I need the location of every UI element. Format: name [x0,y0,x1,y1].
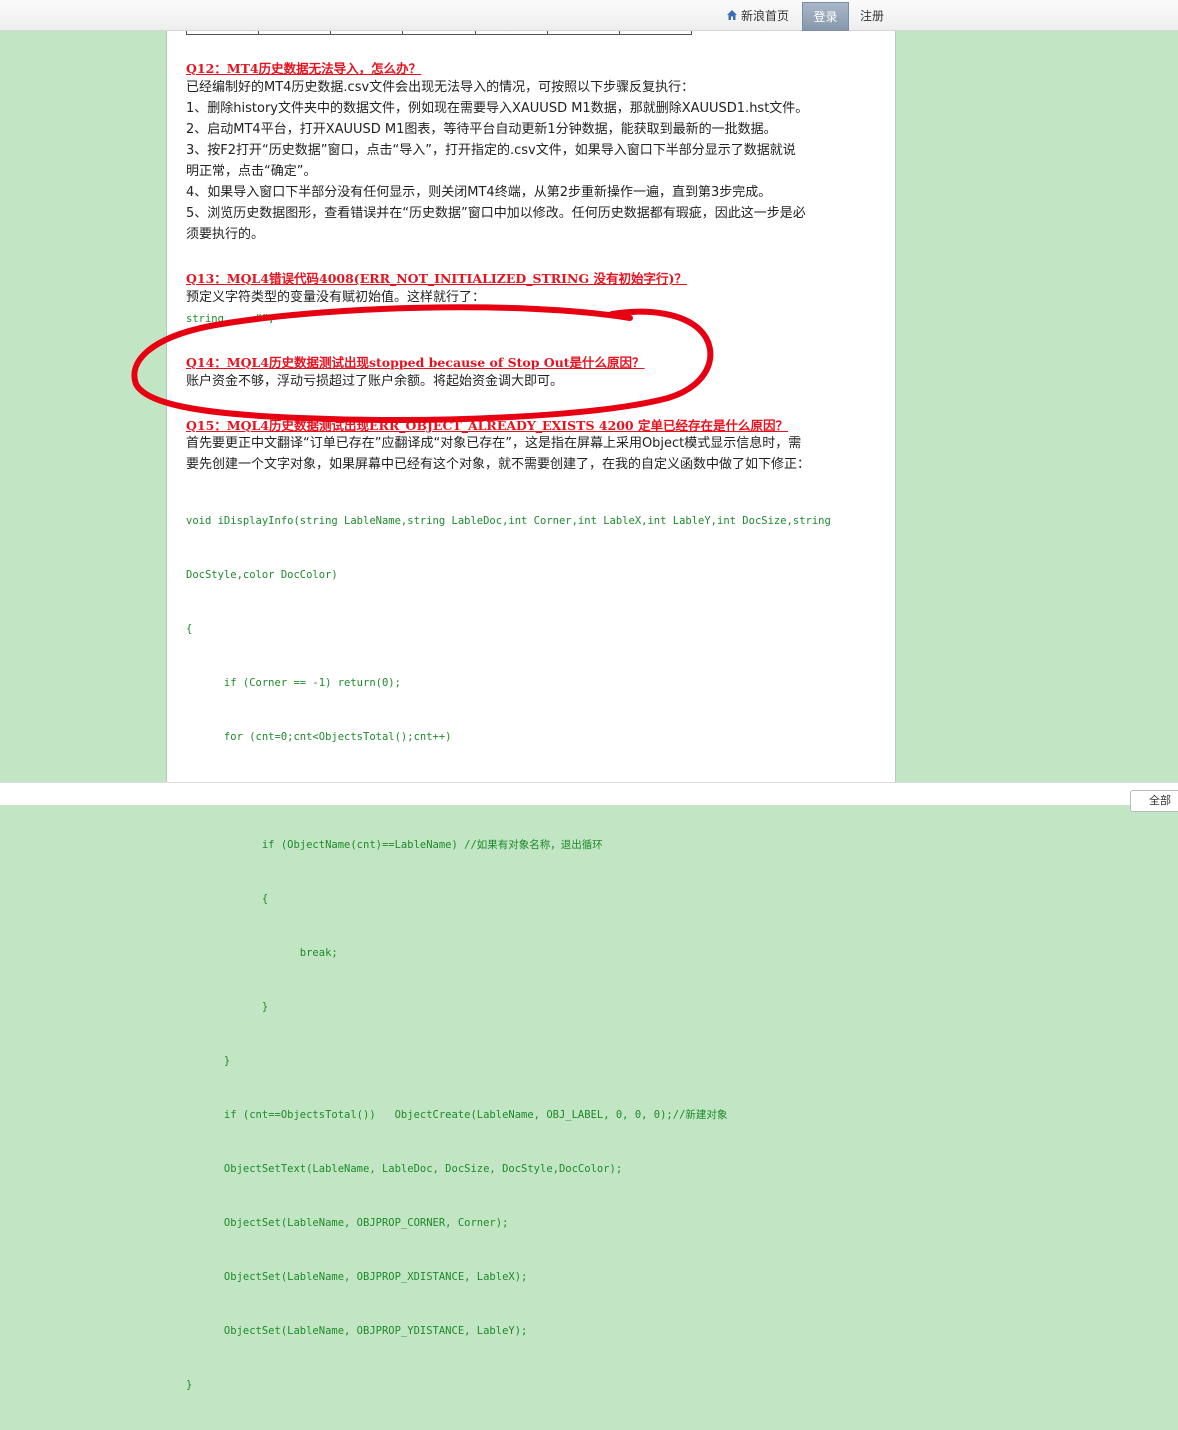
sina-home-link[interactable]: 新浪首页 [726,0,789,30]
code-line: if (cnt==ObjectsTotal()) ObjectCreate(La… [186,1109,728,1121]
q12-line: 5、浏览历史数据图形，查看错误并在“历史数据”窗口中加以修改。任何历史数据都有瑕… [186,206,806,221]
code-line: break; [186,947,338,959]
q12-line: 须要执行的。 [186,227,265,242]
q14-line: 账户资金不够，浮动亏损超过了账户余额。将起始资金调大即可。 [186,374,564,389]
code-line: ObjectSet(LableName, OBJPROP_XDISTANCE, … [186,1271,528,1283]
article-content: Q12：MT4历史数据无法导入，怎么办？ 已经编制好的MT4历史数据.csv文件… [166,0,896,1391]
q15-body: 首先要更正中文翻译“订单已存在”应翻译成“对象已存在”，这是指在屏幕上采用Obj… [186,433,876,475]
code-line: ObjectSet(LableName, OBJPROP_CORNER, Cor… [186,1217,509,1229]
code-line: if (ObjectName(cnt)==LableName) //如果有对象名… [186,839,603,851]
q13-line: 预定义字符类型的变量没有赋初始值。这样就行了： [186,290,486,305]
code-line: void iDisplayInfo(string LableName,strin… [186,515,831,527]
code-line: } [186,1379,193,1391]
home-icon [727,10,737,20]
q14-title[interactable]: Q14：MQL4历史数据测试出现stopped because of Stop … [186,352,645,371]
q12-line: 已经编制好的MT4历史数据.csv文件会出现无法导入的情况，可按照以下步骤反复执… [186,80,695,95]
corner-all-button[interactable]: 全部 [1130,790,1178,812]
q12-line: 2、启动MT4平台，打开XAUUSD M1图表，等待平台自动更新1分钟数据，能获… [186,122,777,137]
q15-code-block: void iDisplayInfo(string LableName,strin… [186,476,831,1430]
q15-line: 首先要更正中文翻译“订单已存在”应翻译成“对象已存在”，这是指在屏幕上采用Obj… [186,436,802,451]
q12-line: 3、按F2打开“历史数据”窗口，点击“导入”，打开指定的.csv文件，如果导入窗… [186,143,796,158]
code-line: for (cnt=0;cnt<ObjectsTotal();cnt++) [186,731,452,743]
home-link-label: 新浪首页 [741,8,790,23]
q12-line: 1、删除history文件夹中的数据文件，例如现在需要导入XAUUSD M1数据… [186,101,809,116]
code-line: } [186,1055,231,1067]
register-link[interactable]: 注册 [860,0,884,30]
bottom-bar [0,782,1178,805]
code-line: if (Corner == -1) return(0); [186,677,401,689]
code-line: ObjectSet(LableName, OBJPROP_YDISTANCE, … [186,1325,528,1337]
q12-body: 已经编制好的MT4历史数据.csv文件会出现无法导入的情况，可按照以下步骤反复执… [186,77,876,245]
code-line: } [186,1001,269,1013]
q15-line: 要先创建一个文字对象，如果屏幕中已经有这个对象，就不需要创建了，在我的自定义函数… [186,457,811,472]
q12-title[interactable]: Q12：MT4历史数据无法导入，怎么办？ [186,58,421,77]
q13-title[interactable]: Q13：MQL4错误代码4008(ERR_NOT_INITIALIZED_STR… [186,268,687,287]
q12-line: 4、如果导入窗口下半部分没有任何显示，则关闭MT4终端，从第2步重新操作一遍，直… [186,185,772,200]
q13-code: string ……“”; [186,313,275,325]
code-line: { [186,893,269,905]
login-button[interactable]: 登录 [802,2,849,31]
q12-line: 明正常，点击“确定”。 [186,164,317,179]
code-line: ObjectSetText(LableName, LableDoc, DocSi… [186,1163,623,1175]
code-line: DocStyle,color DocColor) [186,569,338,581]
top-nav-bar: 新浪首页 登录 注册 [0,0,1178,31]
code-line: { [186,623,193,635]
q15-title[interactable]: Q15：MQL4历史数据测试出现ERR_OBJECT_ALREADY_EXIST… [186,415,788,434]
